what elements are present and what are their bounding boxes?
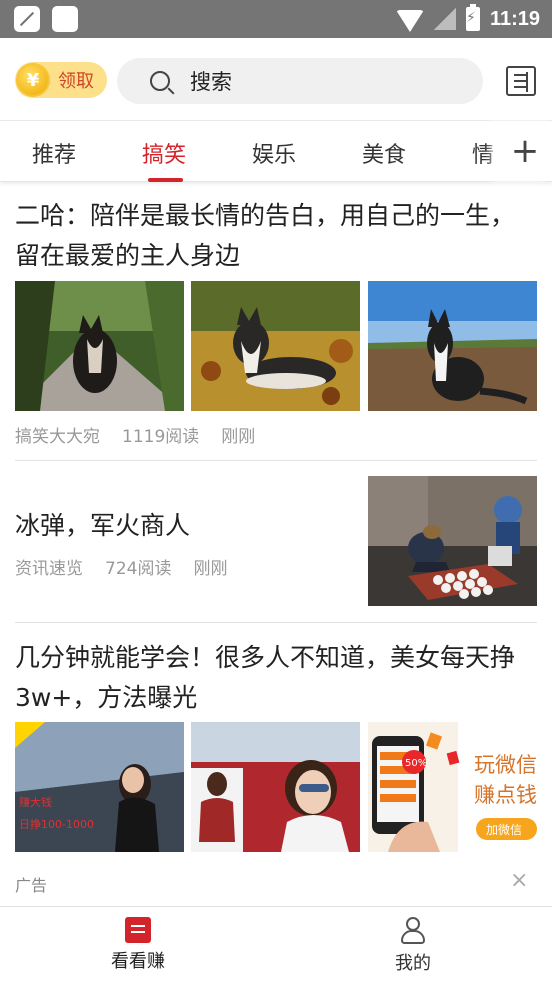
nav-kankanzhuan[interactable]: 看看赚: [78, 917, 198, 973]
article-title: 冰弹，军火商人: [15, 511, 191, 540]
tab-emotion[interactable]: 情: [472, 137, 494, 169]
article-reads: 724阅读: [105, 559, 172, 579]
search-icon: [150, 71, 170, 91]
user-icon: [400, 917, 426, 945]
article-image: [191, 281, 360, 411]
active-tab-indicator: [148, 178, 183, 182]
close-ad-icon[interactable]: ×: [510, 868, 528, 893]
search-bar[interactable]: 搜索: [117, 58, 483, 104]
coin-icon: ¥: [16, 63, 50, 97]
feed-item-2[interactable]: 冰弹，军火商人: [15, 506, 355, 546]
feed-item-1[interactable]: 二哈：陪伴是最长情的告白，用自己的一生，留在最爱的主人身边: [15, 196, 537, 276]
ad-title: 几分钟就能学会！很多人不知道，美女每天挣3w+，方法曝光: [15, 643, 516, 712]
tab-funny[interactable]: 搞笑: [142, 137, 186, 169]
ad-image: 赚大钱 日挣100-1000: [15, 722, 184, 852]
add-tab-button[interactable]: +: [498, 121, 552, 181]
status-bar: 11:19: [0, 0, 552, 38]
article-title: 二哈：陪伴是最长情的告白，用自己的一生，留在最爱的主人身边: [15, 201, 516, 270]
claim-label: 领取: [58, 71, 94, 92]
ad-image-text: 赚大钱: [19, 795, 52, 809]
divider: [15, 460, 537, 461]
news-list-icon[interactable]: [506, 66, 536, 96]
notification-icon: [52, 6, 78, 32]
signal-icon: [433, 8, 456, 30]
article-source: 资讯速览: [15, 559, 83, 579]
nav-mine[interactable]: 我的: [353, 917, 473, 975]
article-icon: [125, 917, 151, 943]
article-meta: 搞笑大大宛 1119阅读 刚刚: [15, 422, 255, 447]
article-image: [15, 281, 184, 411]
battery-icon: [465, 4, 480, 31]
ad-image: 50% 玩微信 赚点钱 加微信: [368, 722, 537, 852]
app-header: ¥ 领取 搜索: [0, 38, 552, 120]
claim-coin-button[interactable]: ¥ 领取: [15, 62, 107, 98]
article-image: [368, 476, 537, 606]
category-tabs: 推荐 搞笑 娱乐 美食 情 +: [0, 120, 552, 182]
ad-image-text: 赚点钱: [474, 783, 537, 807]
tab-entertainment[interactable]: 娱乐: [252, 137, 296, 169]
article-meta: 资讯速览 724阅读 刚刚: [15, 554, 227, 579]
wifi-icon: [395, 10, 424, 32]
nav-label: 看看赚: [111, 951, 165, 972]
tab-recommend[interactable]: 推荐: [32, 137, 76, 169]
no-image-notification-icon: [14, 6, 40, 32]
article-time: 刚刚: [221, 427, 256, 447]
feed-item-ad[interactable]: 几分钟就能学会！很多人不知道，美女每天挣3w+，方法曝光: [15, 638, 537, 718]
tab-food[interactable]: 美食: [362, 137, 406, 169]
ad-image-text: 日挣100-1000: [19, 817, 94, 831]
ad-image-text: 玩微信: [474, 753, 537, 777]
ad-image-text: 加微信: [486, 823, 522, 837]
article-reads: 1119阅读: [122, 427, 200, 447]
article-image: [368, 281, 537, 411]
ad-image-text: 50%: [405, 758, 427, 769]
article-time: 刚刚: [193, 559, 228, 579]
bottom-nav: 看看赚 我的: [0, 906, 552, 981]
status-time: 11:19: [489, 7, 540, 30]
ad-image: [191, 722, 360, 852]
search-placeholder: 搜索: [190, 70, 232, 94]
ad-label: 广告: [15, 876, 48, 895]
nav-label: 我的: [395, 953, 431, 974]
divider: [15, 622, 537, 623]
article-source: 搞笑大大宛: [15, 427, 100, 447]
